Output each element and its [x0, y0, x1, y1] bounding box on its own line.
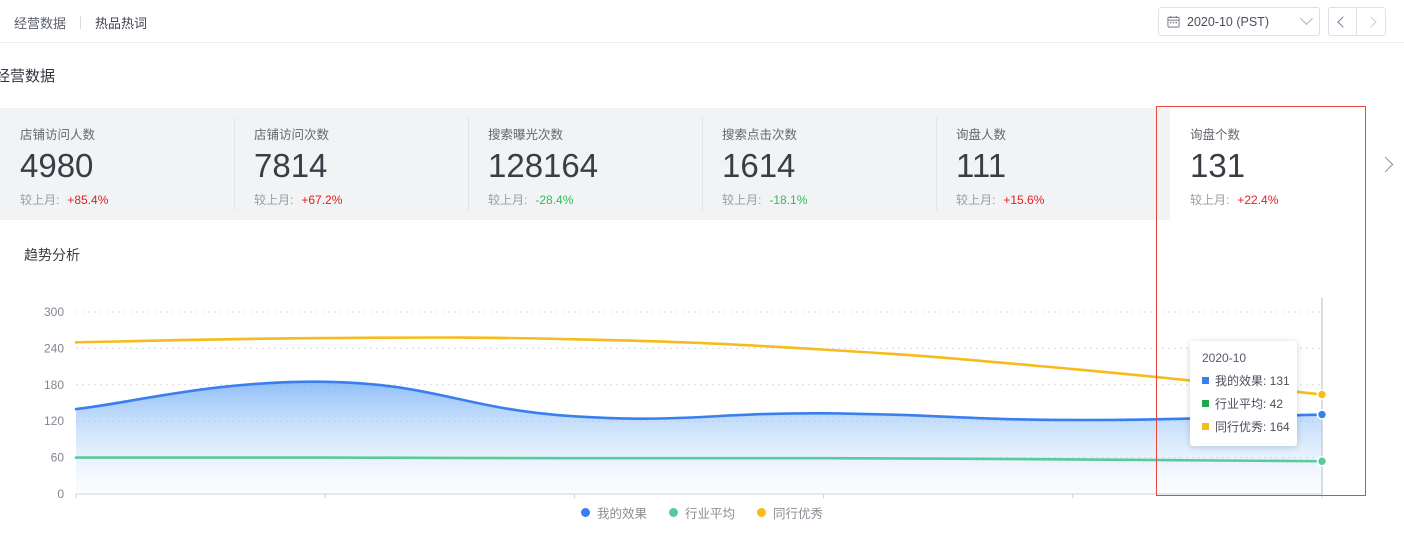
legend-label: 同行优秀	[773, 503, 823, 522]
chart-legend: 我的效果 行业平均 同行优秀	[0, 503, 1404, 522]
legend-label: 我的效果	[597, 503, 647, 522]
y-axis-tick-label: 240	[44, 341, 64, 355]
tooltip-row: 行业平均: 42	[1202, 395, 1285, 412]
metric-card-value: 7814	[254, 145, 468, 187]
legend-item[interactable]: 行业平均	[669, 503, 735, 522]
series-area	[76, 382, 1322, 494]
chevron-down-icon	[1300, 12, 1313, 25]
metric-card-footer: 较上月: +85.4%	[20, 191, 234, 208]
metric-card-name: 店铺访问次数	[254, 124, 468, 143]
metric-card-delta-label: 较上月:	[488, 193, 527, 207]
analytics-dashboard: 经营数据 热品热词 2020-10 (PST)	[0, 0, 1404, 534]
legend-swatch	[757, 508, 766, 517]
breadcrumb-item-hot-keywords[interactable]: 热品热词	[81, 13, 147, 32]
metric-card-value: 128164	[488, 145, 702, 187]
metric-card-delta-label: 较上月:	[1190, 193, 1229, 207]
tooltip-series-text: 同行优秀: 164	[1215, 418, 1290, 435]
date-controls: 2020-10 (PST)	[1158, 7, 1386, 36]
date-nav-buttons	[1328, 7, 1386, 36]
prev-period-button[interactable]	[1328, 7, 1357, 36]
breadcrumb: 经营数据 热品热词	[14, 13, 147, 32]
y-axis-tick-label: 180	[44, 378, 64, 392]
metric-card-delta: +85.4%	[67, 193, 108, 207]
metric-card-delta-label: 较上月:	[956, 193, 995, 207]
tooltip-rows: 我的效果: 131 行业平均: 42 同行优秀: 164	[1202, 372, 1285, 435]
series-point-marker	[1318, 457, 1327, 466]
metric-card-footer: 较上月: -18.1%	[722, 191, 936, 208]
legend-item[interactable]: 我的效果	[581, 503, 647, 522]
metric-card-footer: 较上月: -28.4%	[488, 191, 702, 208]
metric-card-delta-label: 较上月:	[20, 193, 59, 207]
legend-swatch	[581, 508, 590, 517]
chevron-left-icon	[1337, 16, 1348, 27]
metric-card[interactable]: 搜索点击次数 1614 较上月: -18.1%	[702, 108, 936, 220]
metric-card-value: 4980	[20, 145, 234, 187]
legend-item[interactable]: 同行优秀	[757, 503, 823, 522]
top-bar: 经营数据 热品热词 2020-10 (PST)	[0, 0, 1404, 43]
tooltip-series-swatch	[1202, 400, 1209, 407]
calendar-icon	[1167, 15, 1180, 28]
metric-card[interactable]: 搜索曝光次数 128164 较上月: -28.4%	[468, 108, 702, 220]
metric-card-name: 询盘人数	[956, 124, 1170, 143]
metric-card-value: 1614	[722, 145, 936, 187]
next-period-button[interactable]	[1357, 7, 1386, 36]
legend-label: 行业平均	[685, 503, 735, 522]
tooltip-row: 同行优秀: 164	[1202, 418, 1285, 435]
page-title: 经营数据	[0, 65, 55, 86]
series-point-marker	[1318, 390, 1327, 399]
series-point-marker	[1318, 410, 1327, 419]
metric-card-delta: -28.4%	[535, 193, 573, 207]
chart-tooltip: 2020-10 我的效果: 131 行业平均: 42 同行优秀: 164	[1190, 341, 1297, 446]
metric-card[interactable]: 店铺访问次数 7814 较上月: +67.2%	[234, 108, 468, 220]
metric-card-footer: 较上月: +15.6%	[956, 191, 1170, 208]
breadcrumb-item-operating-data[interactable]: 经营数据	[14, 13, 80, 32]
metric-card-name: 搜索点击次数	[722, 124, 936, 143]
tooltip-series-swatch	[1202, 377, 1209, 384]
tooltip-title: 2020-10	[1202, 351, 1285, 365]
metric-card-delta: -18.1%	[769, 193, 807, 207]
y-axis-tick-label: 0	[57, 487, 64, 500]
date-picker[interactable]: 2020-10 (PST)	[1158, 7, 1320, 36]
trend-panel-title: 趋势分析	[24, 245, 80, 265]
metric-card-footer: 较上月: +67.2%	[254, 191, 468, 208]
chevron-right-icon	[1377, 156, 1393, 172]
tooltip-row: 我的效果: 131	[1202, 372, 1285, 389]
legend-swatch	[669, 508, 678, 517]
metric-card[interactable]: 询盘人数 111 较上月: +15.6%	[936, 108, 1170, 220]
cards-next-button[interactable]	[1366, 108, 1404, 220]
metric-card-value: 111	[956, 145, 1170, 187]
metric-card-delta: +22.4%	[1237, 193, 1278, 207]
chevron-right-icon	[1365, 16, 1376, 27]
metric-card[interactable]: 店铺访问人数 4980 较上月: +85.4%	[0, 108, 234, 220]
tooltip-series-text: 行业平均: 42	[1215, 395, 1283, 412]
metric-card-delta: +15.6%	[1003, 193, 1044, 207]
y-axis-tick-label: 60	[51, 451, 65, 465]
filter-toolbar: 经营数据 运营常用 类目选择 Wire Mesh > Iron Wire Mes…	[0, 43, 1404, 105]
tooltip-series-text: 我的效果: 131	[1215, 372, 1290, 389]
date-picker-value: 2020-10 (PST)	[1187, 15, 1302, 29]
metric-card-name: 搜索曝光次数	[488, 124, 702, 143]
metric-card-delta-label: 较上月:	[254, 193, 293, 207]
metric-card-delta-label: 较上月:	[722, 193, 761, 207]
metric-card-delta: +67.2%	[301, 193, 342, 207]
tooltip-series-swatch	[1202, 423, 1209, 430]
metric-card-name: 店铺访问人数	[20, 124, 234, 143]
y-axis-tick-label: 300	[44, 305, 64, 319]
y-axis-tick-label: 120	[44, 414, 64, 428]
metric-card-strip: 店铺访问人数 4980 较上月: +85.4% 店铺访问次数 7814 较上月: +67.2%…	[0, 108, 1404, 220]
